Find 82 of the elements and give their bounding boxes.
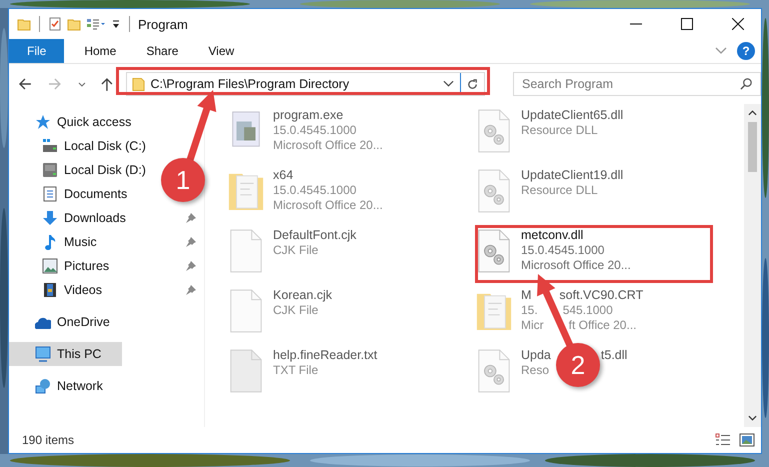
ribbon-tab[interactable]: Share — [131, 39, 194, 63]
checklist-icon[interactable] — [48, 17, 62, 31]
file-name[interactable]: UpdateClient65.dll — [521, 108, 624, 123]
sidebar-item[interactable]: OneDrive — [9, 310, 114, 334]
expand-ribbon-icon[interactable] — [715, 47, 727, 55]
file-name[interactable]: UpdateClient19.dll — [521, 168, 624, 183]
sidebar-item[interactable]: Local Disk (C:) — [42, 134, 150, 158]
pc-icon — [35, 346, 51, 362]
file-detail: Microsoft Office 20... — [521, 258, 631, 273]
ribbon-tab[interactable]: View — [193, 39, 250, 63]
close-icon — [732, 18, 744, 30]
caret-icon[interactable] — [443, 80, 454, 88]
file-name[interactable]: program.exe — [273, 108, 344, 123]
file-name[interactable]: Upda — [521, 348, 551, 363]
file-detail: ft Office 20... — [568, 318, 636, 333]
file-detail: Microsoft Office 20... — [273, 138, 383, 153]
sidebar-item[interactable]: Quick access — [9, 110, 136, 134]
scroll-up-icon[interactable] — [748, 110, 757, 116]
file-name[interactable]: DefaultFont.cjk — [273, 228, 356, 243]
drive-icon — [42, 162, 58, 178]
back-arrow-icon[interactable] — [17, 76, 33, 92]
ribbon-tab[interactable]: Home — [69, 39, 132, 63]
file-detail: Reso — [521, 363, 550, 378]
sidebar-item[interactable]: Downloads — [42, 206, 130, 230]
file-detail: Resource DLL — [521, 123, 598, 138]
large-icons-view-icon[interactable] — [739, 433, 755, 447]
sidebar-item[interactable]: This PC — [9, 342, 122, 366]
sidebar-item[interactable]: Network — [9, 374, 107, 398]
file-name[interactable]: soft.VC90.CRT — [559, 288, 644, 303]
network-icon — [35, 378, 51, 394]
maximize-icon — [681, 18, 693, 30]
music-icon — [42, 234, 58, 250]
window-title: Program — [138, 16, 188, 32]
pin-icon[interactable] — [186, 261, 196, 271]
file-name[interactable]: Korean.cjk — [273, 288, 332, 303]
videos-icon — [42, 282, 58, 298]
file-detail: Micr — [521, 318, 544, 333]
search-field[interactable]: Search Program — [513, 72, 761, 96]
file-detail: Resource DLL — [521, 183, 598, 198]
file-name[interactable]: M — [521, 288, 532, 303]
pictures-icon — [42, 258, 58, 274]
documents-icon — [42, 186, 58, 202]
up-arrow-icon[interactable] — [98, 76, 114, 92]
file-menu-tab[interactable]: File — [9, 39, 64, 63]
refresh-icon — [466, 78, 479, 90]
file-detail: 15.0.4545.1000 — [521, 243, 604, 258]
file-name[interactable]: help.fineReader.txt — [273, 348, 378, 363]
sidebar-item[interactable]: Music — [42, 230, 101, 254]
downloads-icon — [42, 210, 58, 226]
file-detail: CJK File — [273, 243, 318, 258]
sidebar-item[interactable]: Local Disk (D:) — [42, 158, 150, 182]
address-bar[interactable]: C:\Program Files\Program Directory — [126, 72, 485, 96]
file-name[interactable]: t5.dll — [600, 348, 628, 363]
search-icon — [740, 77, 753, 90]
pin-icon[interactable] — [186, 285, 196, 295]
file-name[interactable]: x64 — [273, 168, 294, 183]
address-path: C:\Program Files\Program Directory — [150, 77, 350, 91]
sidebar-item[interactable]: Documents — [42, 182, 132, 206]
star-icon — [35, 114, 51, 130]
file-detail: 15.0.4545.1000 — [273, 123, 356, 138]
folder-icon — [132, 76, 146, 92]
dropdown-icon[interactable] — [111, 18, 121, 30]
properties-icon[interactable] — [86, 17, 106, 31]
system-drive-icon — [42, 138, 58, 154]
scroll-thumb[interactable] — [748, 122, 757, 172]
minimize-icon — [630, 23, 642, 25]
item-count: 190 items — [22, 433, 74, 447]
file-detail: 545.1000 — [562, 303, 613, 318]
file-detail: 15. — [521, 303, 538, 318]
file-detail: 15.0.4545.1000 — [273, 183, 356, 198]
details-view-icon[interactable] — [715, 433, 731, 447]
sidebar-item[interactable]: Pictures — [42, 254, 114, 278]
pin-icon[interactable] — [186, 237, 196, 247]
help-button[interactable]: ? — [737, 42, 755, 60]
file-name[interactable]: metconv.dll — [521, 228, 584, 243]
pin-icon[interactable] — [186, 213, 196, 223]
file-detail: CJK File — [273, 303, 318, 318]
file-detail: TXT File — [273, 363, 318, 378]
file-detail: Microsoft Office 20... — [273, 198, 383, 213]
scrollbar[interactable] — [744, 104, 761, 427]
scroll-down-icon[interactable] — [748, 415, 757, 421]
sidebar-item[interactable]: Videos — [42, 278, 106, 302]
